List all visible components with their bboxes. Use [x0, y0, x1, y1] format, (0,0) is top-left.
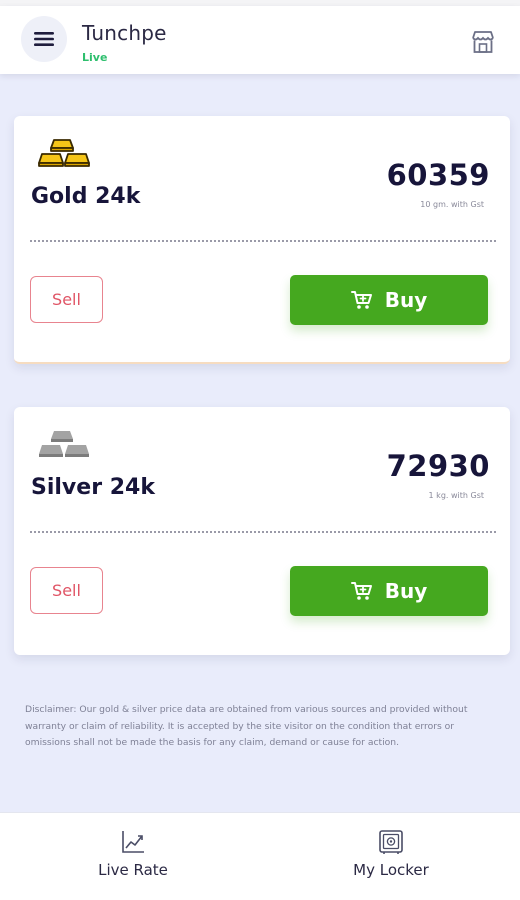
bottom-navigation: Live Rate My Locker	[0, 812, 520, 890]
store-icon[interactable]	[470, 30, 496, 54]
app-header: Tunchpe Live	[0, 6, 520, 74]
silver-price: 72930	[386, 449, 490, 483]
nav-live-rate-label: Live Rate	[98, 861, 168, 879]
hamburger-menu-icon	[34, 32, 54, 46]
page-bottom-spacer	[0, 890, 520, 900]
menu-button[interactable]	[21, 16, 67, 62]
metal-name: Gold 24k	[31, 184, 141, 209]
buy-label: Buy	[384, 579, 428, 603]
safe-locker-icon	[379, 830, 403, 854]
silver-rate-card: Silver 24k 72930 1 kg. with Gst Sell Buy	[14, 407, 510, 655]
app-title: Tunchpe	[82, 21, 167, 45]
disclaimer-text: Disclaimer: Our gold & silver price data…	[25, 704, 468, 748]
silver-price-unit: 1 kg. with Gst	[428, 491, 484, 500]
nav-live-rate[interactable]: Live Rate	[63, 829, 203, 879]
silver-buy-button[interactable]: Buy	[290, 566, 488, 616]
sell-label: Sell	[52, 581, 81, 600]
buy-label: Buy	[384, 288, 428, 312]
nav-my-locker-label: My Locker	[353, 861, 429, 879]
trend-chart-icon	[122, 831, 144, 853]
gold-buy-button[interactable]: Buy	[290, 275, 488, 325]
card-divider	[30, 240, 496, 242]
gold-price-unit: 10 gm. with Gst	[420, 200, 484, 209]
cart-icon	[350, 582, 372, 600]
silver-bars-icon	[39, 431, 89, 457]
nav-my-locker[interactable]: My Locker	[321, 829, 461, 879]
card-divider	[30, 531, 496, 533]
gold-price: 60359	[386, 158, 490, 192]
cart-icon	[350, 291, 372, 309]
gold-rate-card: Gold 24k 60359 10 gm. with Gst Sell Buy	[14, 116, 510, 364]
sell-label: Sell	[52, 290, 81, 309]
gold-bars-icon	[38, 139, 90, 167]
live-status-badge: Live	[82, 51, 108, 64]
silver-sell-button[interactable]: Sell	[30, 567, 103, 614]
gold-sell-button[interactable]: Sell	[30, 276, 103, 323]
metal-name: Silver 24k	[31, 475, 155, 500]
